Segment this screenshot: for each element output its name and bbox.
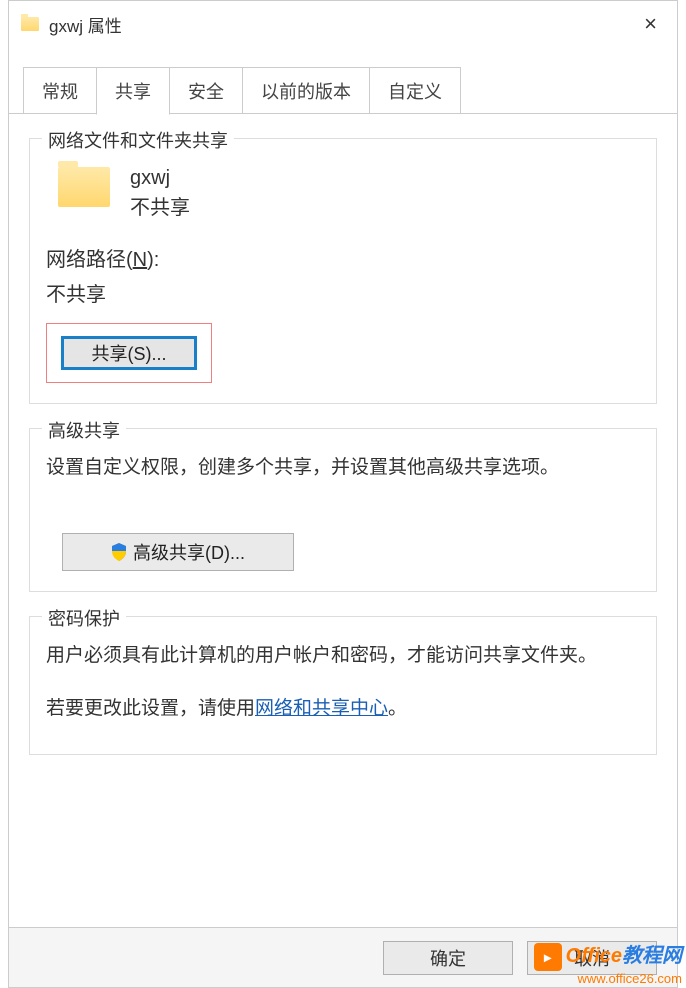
tab-security[interactable]: 安全 [169, 67, 243, 114]
tab-sharing[interactable]: 共享 [96, 67, 170, 115]
network-path-label: 网络路径(N): [46, 243, 640, 272]
window-title: gxwj 属性 [49, 12, 122, 37]
ok-button[interactable]: 确定 [383, 941, 513, 975]
folder-name: gxwj [130, 163, 190, 193]
advanced-share-label: 高级共享(D)... [133, 539, 245, 565]
watermark-logo-icon [534, 943, 562, 971]
group-advanced-share: 高级共享 设置自定义权限，创建多个共享，并设置其他高级共享选项。 高级共享(D)… [29, 428, 657, 592]
tab-general[interactable]: 常规 [23, 67, 97, 114]
folder-row: gxwj 不共享 [58, 163, 640, 223]
shield-icon [111, 543, 127, 561]
watermark: Office教程网 www.office26.com [534, 939, 682, 987]
group-network-share: 网络文件和文件夹共享 gxwj 不共享 网络路径(N): 不共享 共享(S)..… [29, 138, 657, 404]
group-password: 密码保护 用户必须具有此计算机的用户帐户和密码，才能访问共享文件夹。 若要更改此… [29, 616, 657, 755]
title-left: gxwj 属性 [21, 12, 122, 37]
folder-icon [21, 17, 39, 31]
folder-icon-large [58, 167, 110, 207]
folder-share-status: 不共享 [130, 193, 190, 223]
folder-info: gxwj 不共享 [130, 163, 190, 223]
group-title-password: 密码保护 [42, 605, 126, 631]
tab-customize[interactable]: 自定义 [369, 67, 461, 114]
highlight-annotation: 共享(S)... [46, 323, 212, 383]
advanced-share-button[interactable]: 高级共享(D)... [62, 533, 294, 571]
tab-content: 网络文件和文件夹共享 gxwj 不共享 网络路径(N): 不共享 共享(S)..… [9, 114, 677, 803]
tab-strip: 常规 共享 安全 以前的版本 自定义 [23, 67, 677, 114]
tab-previous-versions[interactable]: 以前的版本 [242, 67, 370, 114]
watermark-text2: 教程网 [622, 945, 682, 967]
watermark-text1: Office [566, 945, 622, 967]
group-title-advanced: 高级共享 [42, 417, 126, 443]
watermark-url: www.office26.com [534, 971, 682, 986]
network-path-value: 不共享 [46, 278, 640, 307]
title-bar: gxwj 属性 × [9, 1, 677, 47]
password-line1: 用户必须具有此计算机的用户帐户和密码，才能访问共享文件夹。 [46, 641, 640, 671]
group-title-network-share: 网络文件和文件夹共享 [42, 127, 234, 153]
network-sharing-center-link[interactable]: 网络和共享中心 [255, 698, 388, 719]
password-line2: 若要更改此设置，请使用网络和共享中心。 [46, 694, 640, 724]
advanced-description: 设置自定义权限，创建多个共享，并设置其他高级共享选项。 [46, 453, 640, 483]
properties-dialog: gxwj 属性 × 常规 共享 安全 以前的版本 自定义 网络文件和文件夹共享 … [8, 0, 678, 988]
share-button[interactable]: 共享(S)... [61, 336, 197, 370]
close-button[interactable]: × [636, 11, 665, 37]
